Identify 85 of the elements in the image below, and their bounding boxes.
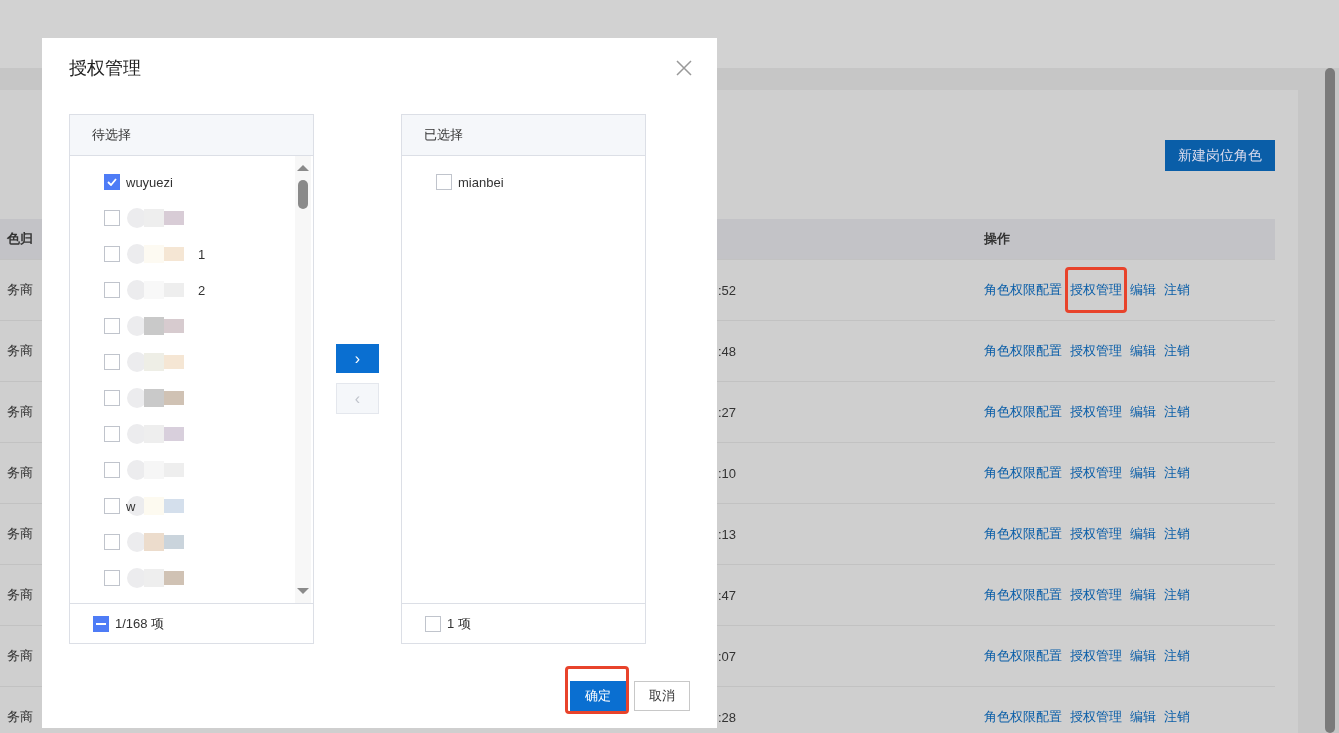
action-link[interactable]: 授权管理 — [1070, 464, 1122, 482]
checkbox[interactable] — [104, 354, 120, 370]
table-cell: :10 — [718, 465, 737, 481]
checkbox[interactable] — [104, 318, 120, 334]
table-cell: 务商 — [7, 342, 33, 360]
checkbox[interactable] — [104, 498, 120, 514]
action-link[interactable]: 注销 — [1164, 281, 1190, 299]
table-cell: :27 — [718, 404, 737, 420]
action-link[interactable]: 注销 — [1164, 525, 1190, 543]
scrollbar-thumb[interactable] — [1325, 68, 1335, 733]
checkbox[interactable] — [104, 462, 120, 478]
table-cell: :47 — [718, 587, 737, 603]
table-cell: 务商 — [7, 281, 33, 299]
move-right-button[interactable]: › — [336, 344, 379, 373]
action-link[interactable]: 授权管理 — [1070, 647, 1122, 665]
checkbox[interactable] — [104, 282, 120, 298]
checkbox[interactable] — [104, 210, 120, 226]
scroll-down-icon[interactable] — [296, 587, 310, 595]
column-header: 色归 — [7, 230, 33, 248]
action-link[interactable]: 授权管理 — [1070, 586, 1122, 604]
action-link[interactable]: 注销 — [1164, 708, 1190, 726]
table-cell: 务商 — [7, 586, 33, 604]
checkbox[interactable] — [104, 426, 120, 442]
list-item-label[interactable]: 2 — [198, 282, 206, 298]
checkbox[interactable] — [104, 246, 120, 262]
action-link[interactable]: 注销 — [1164, 586, 1190, 604]
close-button[interactable] — [675, 59, 693, 77]
selection-count: 1/168 项 — [115, 614, 165, 633]
action-link[interactable]: 角色权限配置 — [984, 464, 1062, 482]
action-link[interactable]: 编辑 — [1130, 464, 1156, 482]
action-link[interactable]: 角色权限配置 — [984, 342, 1062, 360]
table-cell: 务商 — [7, 647, 33, 665]
table-cell: :13 — [718, 526, 737, 542]
table-cell: :07 — [718, 648, 737, 664]
table-cell: 务商 — [7, 708, 33, 726]
action-link[interactable]: 编辑 — [1130, 342, 1156, 360]
table-cell: 务商 — [7, 403, 33, 421]
list-item-label[interactable]: wuyuezi — [126, 174, 173, 190]
checkbox[interactable] — [436, 174, 452, 190]
list-item-label[interactable]: 1 — [198, 246, 206, 262]
action-link[interactable]: 编辑 — [1130, 281, 1156, 299]
action-link[interactable]: 授权管理 — [1070, 342, 1122, 360]
action-link[interactable]: 编辑 — [1130, 586, 1156, 604]
action-link[interactable]: 角色权限配置 — [984, 281, 1062, 299]
action-link[interactable]: 编辑 — [1130, 647, 1156, 665]
action-link[interactable]: 授权管理 — [1070, 708, 1122, 726]
checkbox[interactable] — [425, 615, 441, 632]
checkbox[interactable] — [104, 570, 120, 586]
checkbox[interactable] — [93, 615, 109, 632]
panel-title: 已选择 — [424, 126, 463, 144]
table-cell: :28 — [718, 709, 737, 725]
confirm-button[interactable]: 确定 — [570, 681, 626, 711]
action-link[interactable]: 授权管理 — [1070, 403, 1122, 421]
scroll-up-icon[interactable] — [296, 164, 310, 172]
action-link[interactable]: 注销 — [1164, 647, 1190, 665]
table-cell: 务商 — [7, 525, 33, 543]
action-link[interactable]: 授权管理 — [1070, 281, 1122, 299]
action-link[interactable]: 注销 — [1164, 403, 1190, 421]
scrollbar-thumb[interactable] — [298, 180, 308, 209]
minus-icon — [96, 622, 106, 625]
action-link[interactable]: 授权管理 — [1070, 525, 1122, 543]
action-link[interactable]: 注销 — [1164, 342, 1190, 360]
action-link[interactable]: 角色权限配置 — [984, 708, 1062, 726]
checkbox[interactable] — [104, 390, 120, 406]
list-item-label[interactable]: mianbei — [458, 174, 504, 190]
table-cell: :52 — [718, 282, 737, 298]
action-link[interactable]: 角色权限配置 — [984, 525, 1062, 543]
column-header: 操作 — [984, 230, 1010, 248]
table-cell: :48 — [718, 343, 737, 359]
action-link[interactable]: 角色权限配置 — [984, 586, 1062, 604]
checkbox[interactable] — [104, 534, 120, 550]
table-cell: 务商 — [7, 464, 33, 482]
action-link[interactable]: 注销 — [1164, 464, 1190, 482]
cancel-button[interactable]: 取消 — [634, 681, 690, 711]
checkmark-icon — [107, 178, 117, 186]
action-link[interactable]: 编辑 — [1130, 403, 1156, 421]
action-link[interactable]: 编辑 — [1130, 525, 1156, 543]
dialog-title: 授权管理 — [69, 57, 141, 80]
checkbox[interactable] — [104, 174, 120, 190]
action-link[interactable]: 角色权限配置 — [984, 647, 1062, 665]
panel-title: 待选择 — [92, 126, 131, 144]
action-link[interactable]: 编辑 — [1130, 708, 1156, 726]
new-role-button[interactable]: 新建岗位角色 — [1165, 140, 1275, 171]
action-link[interactable]: 角色权限配置 — [984, 403, 1062, 421]
selection-count: 1 项 — [447, 614, 471, 633]
